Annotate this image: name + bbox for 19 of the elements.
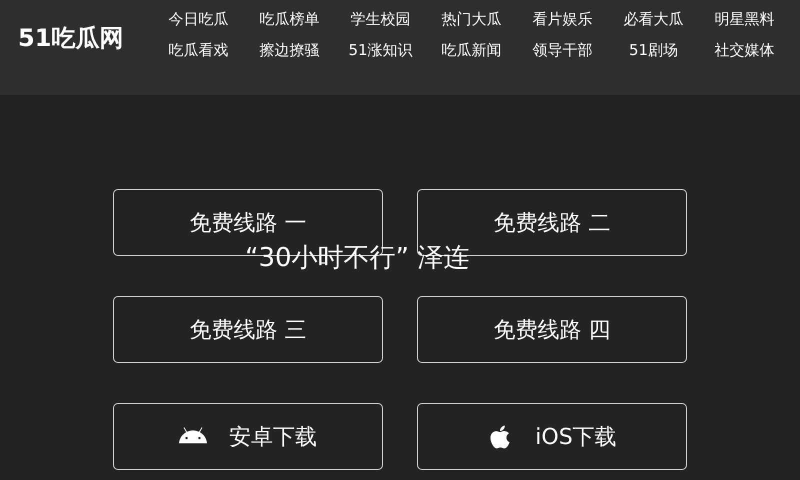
nav-link[interactable]: 51涨知识	[335, 40, 426, 60]
nav-link[interactable]: 吃瓜看戏	[153, 40, 244, 60]
download-button[interactable]: 安卓下载	[113, 403, 383, 470]
nav-link[interactable]: 吃瓜榜单	[244, 9, 335, 29]
site-logo[interactable]: 51吃瓜网	[18, 22, 124, 54]
nav-link[interactable]: 领导干部	[517, 40, 608, 60]
route-button[interactable]: 免费线路 四	[417, 296, 687, 363]
nav-link[interactable]: 学生校园	[335, 9, 426, 29]
nav-link[interactable]: 看片娱乐	[517, 9, 608, 29]
route-button[interactable]: 免费线路 三	[113, 296, 383, 363]
nav-link[interactable]: 热门大瓜	[426, 9, 517, 29]
nav-link[interactable]: 明星黑料	[699, 9, 790, 29]
nav-link[interactable]: 社交媒体	[699, 40, 790, 60]
nav-link[interactable]: 擦边撩骚	[244, 40, 335, 60]
nav-link[interactable]: 必看大瓜	[608, 9, 699, 29]
nav-link[interactable]: 51剧场	[608, 40, 699, 60]
nav-link[interactable]: 吃瓜新闻	[426, 40, 517, 60]
nav-link[interactable]: 今日吃瓜	[153, 9, 244, 29]
download-button[interactable]: iOS下载	[417, 403, 687, 470]
